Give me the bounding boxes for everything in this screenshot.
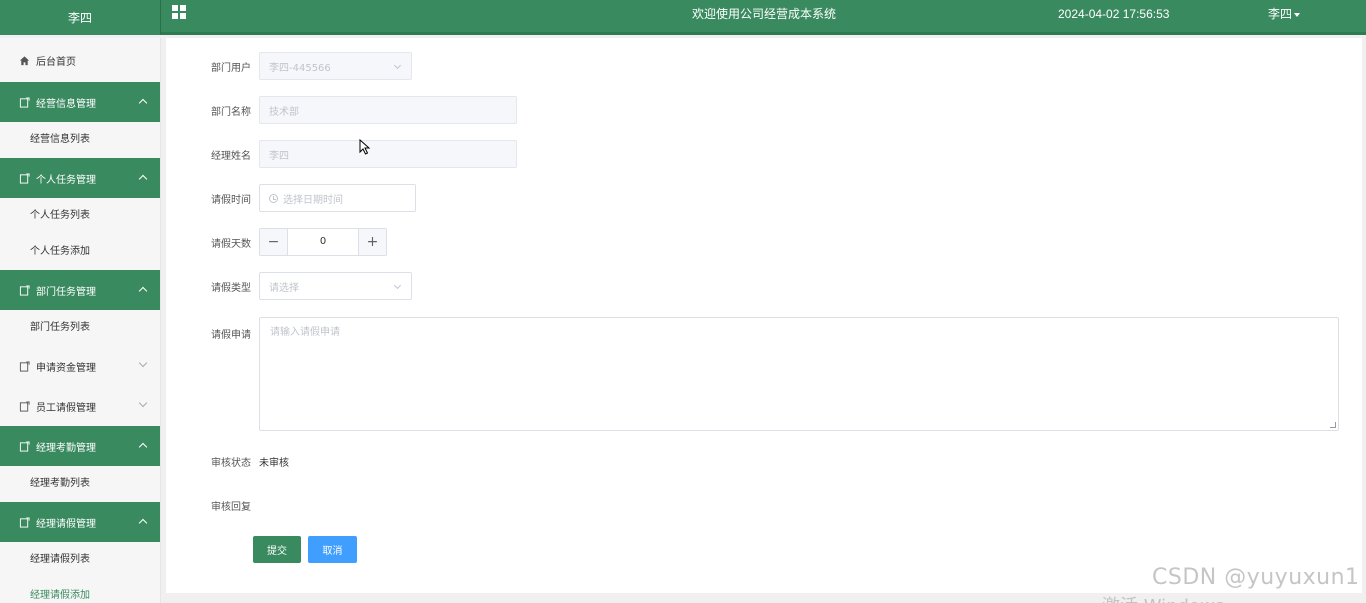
sidebar-item-label: 后台首页 (36, 56, 76, 68)
sidebar-group-dept-task[interactable]: 部门任务管理 (0, 270, 160, 310)
sidebar-group-manager-attendance[interactable]: 经理考勤管理 (0, 426, 160, 466)
resize-handle-icon[interactable] (1330, 422, 1336, 428)
leave-apply-placeholder: 请输入请假申请 (270, 327, 340, 338)
user-menu[interactable]: 李四 (1268, 0, 1301, 28)
chevron-up-icon (138, 286, 148, 296)
chevron-up-icon (138, 518, 148, 528)
review-status-value: 未审核 (259, 458, 289, 469)
top-header: 李四 欢迎使用公司经营成本系统 2024-04-02 17:56:53 李四 (0, 0, 1366, 35)
chevron-down-icon (393, 61, 402, 70)
row-dept-user: 部门用户 李四-445566 (166, 52, 412, 80)
leave-type-select[interactable]: 请选择 (259, 272, 412, 300)
sidebar-item-home[interactable]: 后台首页 (0, 38, 160, 82)
row-leave-time: 请假时间 选择日期时间 (166, 184, 416, 212)
brand-user-name: 李四 (0, 0, 161, 35)
chevron-up-icon (138, 174, 148, 184)
manager-name-value: 李四 (269, 150, 289, 162)
dept-user-label: 部门用户 (211, 62, 251, 74)
sidebar: 后台首页 经营信息管理 经营信息列表 个人任务管理 个人任务列表 个人任务添加 … (0, 38, 161, 603)
dept-name-input[interactable]: 技术部 (259, 96, 517, 124)
sidebar-group-label: 申请资金管理 (36, 362, 96, 374)
clock-icon (269, 193, 278, 203)
row-review-status: 审核状态 未审核 (166, 454, 289, 469)
submit-button[interactable]: 提交 (253, 536, 301, 563)
sidebar-item-manager-leave-add[interactable]: 经理请假添加 (0, 578, 160, 603)
row-manager-name: 经理姓名 李四 (166, 140, 517, 168)
sidebar-group-label: 个人任务管理 (36, 174, 96, 186)
row-review-reply: 审核回复 (166, 498, 259, 513)
leave-apply-textarea[interactable]: 请输入请假申请 (259, 317, 1339, 431)
leave-days-value[interactable]: 0 (288, 229, 358, 255)
sidebar-item-business-info-list[interactable]: 经营信息列表 (0, 122, 160, 158)
sidebar-group-label: 经理请假管理 (36, 518, 96, 530)
document-icon (19, 400, 30, 412)
dept-user-select[interactable]: 李四-445566 (259, 52, 412, 80)
dept-name-label: 部门名称 (211, 106, 251, 118)
leave-time-label: 请假时间 (211, 194, 251, 206)
dept-name-value: 技术部 (269, 106, 299, 118)
cancel-button[interactable]: 取消 (308, 536, 357, 563)
leave-apply-label: 请假申请 (211, 330, 251, 341)
chevron-up-icon (138, 98, 148, 108)
sidebar-group-label: 经营信息管理 (36, 98, 96, 110)
row-dept-name: 部门名称 技术部 (166, 96, 517, 124)
document-icon (19, 360, 30, 372)
review-status-label: 审核状态 (211, 458, 251, 469)
sidebar-group-staff-leave[interactable]: 员工请假管理 (0, 386, 160, 426)
windows-activation-watermark: 激活 Windows (1102, 592, 1224, 603)
sidebar-group-personal-task[interactable]: 个人任务管理 (0, 158, 160, 198)
current-datetime: 2024-04-02 17:56:53 (1058, 7, 1170, 21)
chevron-down-icon (138, 398, 148, 408)
home-icon (19, 55, 30, 65)
sidebar-group-label: 经理考勤管理 (36, 442, 96, 454)
leave-days-stepper: − 0 + (259, 228, 387, 256)
sidebar-item-dept-task-list[interactable]: 部门任务列表 (0, 310, 160, 346)
caret-down-icon (1294, 12, 1301, 17)
row-leave-days: 请假天数 − 0 + (166, 228, 387, 256)
sidebar-item-personal-task-list[interactable]: 个人任务列表 (0, 198, 160, 234)
sidebar-group-business-info[interactable]: 经营信息管理 (0, 82, 160, 122)
document-icon (19, 96, 30, 108)
csdn-watermark: CSDN @yuyuxun1 (1152, 565, 1360, 590)
leave-type-placeholder: 请选择 (269, 282, 299, 294)
decrement-button[interactable]: − (260, 229, 288, 255)
chevron-down-icon (393, 281, 402, 290)
sidebar-group-label: 员工请假管理 (36, 402, 96, 414)
leave-time-picker[interactable]: 选择日期时间 (259, 184, 416, 212)
row-leave-type: 请假类型 请选择 (166, 272, 412, 300)
document-icon (19, 284, 30, 296)
sidebar-group-fund-apply[interactable]: 申请资金管理 (0, 346, 160, 386)
sidebar-item-personal-task-add[interactable]: 个人任务添加 (0, 234, 160, 270)
menu-toggle-grid-icon[interactable] (172, 5, 187, 20)
sidebar-item-manager-attendance-list[interactable]: 经理考勤列表 (0, 466, 160, 502)
main-form-panel: 部门用户 李四-445566 部门名称 技术部 经理姓名 李四 请假时间 选择日… (166, 38, 1362, 593)
document-icon (19, 172, 30, 184)
review-reply-label: 审核回复 (211, 502, 251, 513)
sidebar-item-manager-leave-list[interactable]: 经理请假列表 (0, 542, 160, 578)
sidebar-group-label: 部门任务管理 (36, 286, 96, 298)
chevron-down-icon (138, 358, 148, 368)
document-icon (19, 440, 30, 452)
dept-user-value: 李四-445566 (269, 62, 331, 74)
mouse-cursor-icon (359, 139, 371, 155)
row-leave-apply: 请假申请 请输入请假申请 (166, 317, 1339, 431)
leave-time-placeholder: 选择日期时间 (283, 194, 343, 206)
increment-button[interactable]: + (358, 229, 386, 255)
manager-name-input[interactable]: 李四 (259, 140, 517, 168)
sidebar-group-manager-leave[interactable]: 经理请假管理 (0, 502, 160, 542)
document-icon (19, 516, 30, 528)
chevron-up-icon (138, 442, 148, 452)
leave-type-label: 请假类型 (211, 282, 251, 294)
leave-days-label: 请假天数 (211, 238, 251, 250)
user-menu-label: 李四 (1268, 7, 1293, 21)
manager-name-label: 经理姓名 (211, 150, 251, 162)
